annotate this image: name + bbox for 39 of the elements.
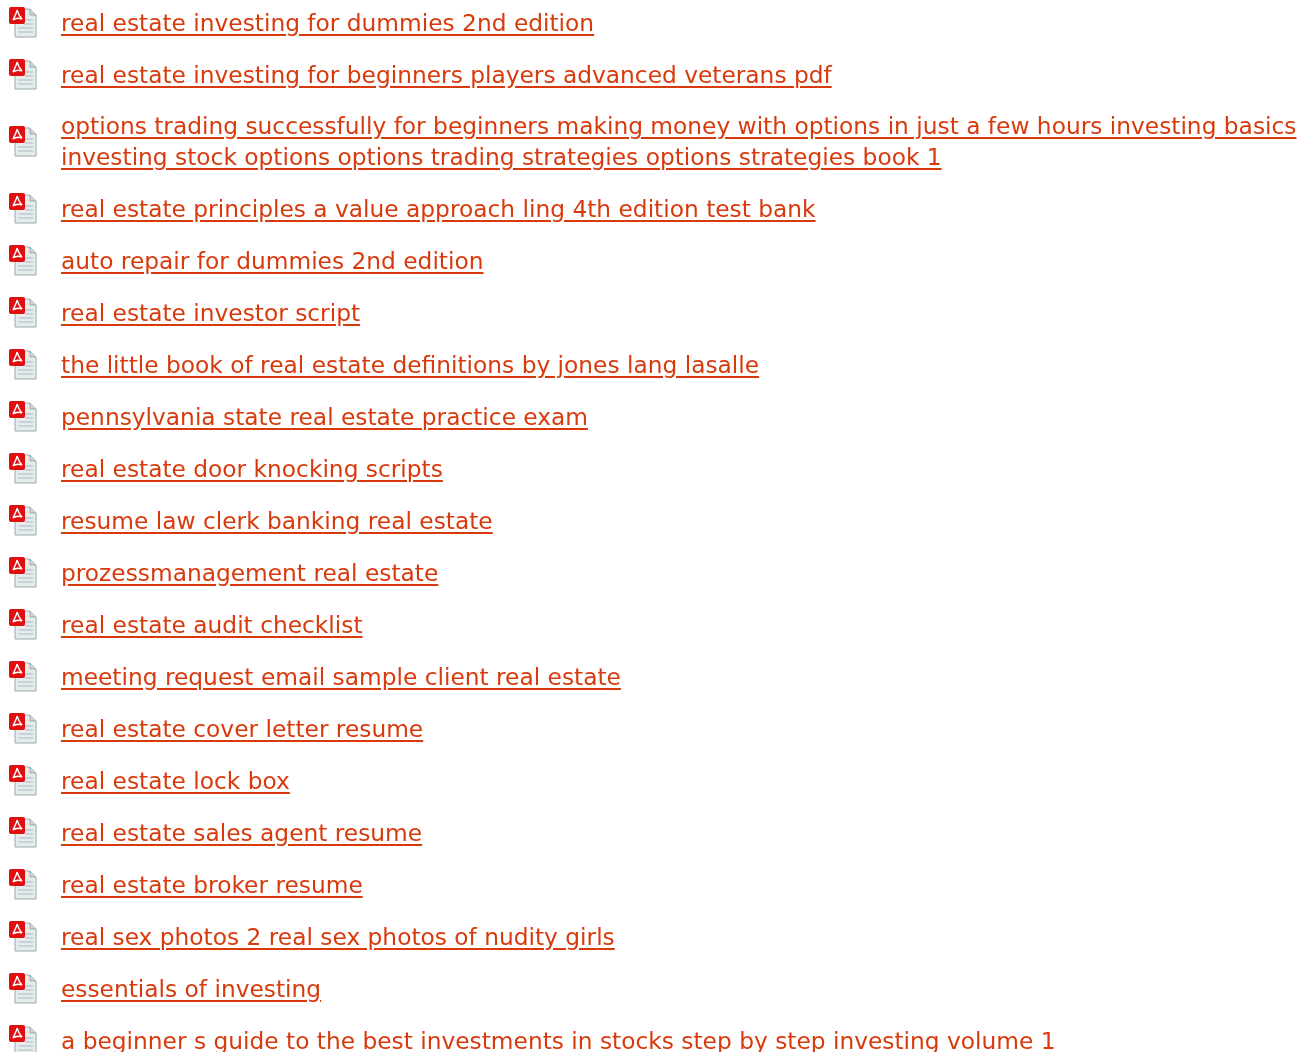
document-link[interactable]: real estate cover letter resume [61,712,424,744]
pdf-file-icon [8,244,38,276]
document-link[interactable]: real estate investor script [61,296,361,328]
pdf-file-icon [8,58,38,90]
document-link[interactable]: options trading successfully for beginners making money with options in just a few hours investing basics investing stock options options trading strategies options strategies book 1 [61,110,1311,172]
document-link[interactable]: meeting request email sample client real estate [61,660,621,692]
pdf-file-icon [8,125,38,157]
document-link[interactable]: resume law clerk banking real estate [61,504,493,536]
pdf-file-icon [8,296,38,328]
pdf-file-icon [8,504,38,536]
pdf-file-icon [8,556,38,588]
document-link[interactable]: auto repair for dummies 2nd edition [61,244,484,276]
pdf-file-icon [8,920,38,952]
document-link[interactable]: real estate principles a value approach ling 4th edition test bank [61,192,816,224]
document-link[interactable]: real estate investing for dummies 2nd edition [61,6,595,38]
document-link[interactable]: essentials of investing [61,972,322,1004]
document-link[interactable]: real estate investing for beginners players advanced veterans pdf [61,58,832,90]
pdf-file-icon [8,6,38,38]
document-link[interactable]: real sex photos 2 real sex photos of nudity girls [61,920,615,952]
pdf-file-icon [8,816,38,848]
pdf-file-icon [8,712,38,744]
pdf-file-icon [8,452,38,484]
pdf-file-icon [8,1024,38,1052]
document-link[interactable]: pennsylvania state real estate practice exam [61,400,589,432]
pdf-file-icon [8,764,38,796]
document-link[interactable]: real estate lock box [61,764,290,796]
pdf-file-icon [8,608,38,640]
pdf-file-icon [8,348,38,380]
document-link[interactable]: prozessmanagement real estate [61,556,439,588]
document-link[interactable]: real estate audit checklist [61,608,363,640]
pdf-file-icon [8,868,38,900]
pdf-file-icon [8,660,38,692]
document-link[interactable]: real estate sales agent resume [61,816,423,848]
document-link[interactable]: real estate broker resume [61,868,363,900]
pdf-file-icon [8,192,38,224]
pdf-file-icon [8,400,38,432]
pdf-file-icon [8,972,38,1004]
document-link[interactable]: real estate door knocking scripts [61,452,443,484]
document-link[interactable]: the little book of real estate definitions by jones lang lasalle [61,348,760,380]
